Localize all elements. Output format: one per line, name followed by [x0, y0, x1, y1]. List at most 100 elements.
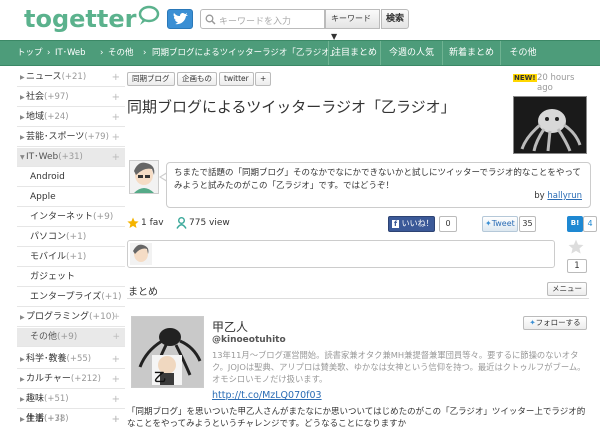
tweet-card: 乙 甲乙人 @kinoeotuhito ✦フォローする 13年11月～ブログ運営…: [127, 311, 589, 406]
plus-icon[interactable]: +: [112, 328, 120, 347]
nav-weekly-popular[interactable]: 今週の人気: [380, 41, 442, 65]
tweet-count: 35: [519, 216, 536, 232]
sidebar-sub-programming[interactable]: ▶ プログラミング(+10) +: [17, 308, 125, 327]
breadcrumb-itweb[interactable]: IT･Web: [55, 41, 85, 65]
sidebar-item-itweb[interactable]: ▼ IT･Web(+31) +: [17, 148, 125, 167]
breadcrumb-other[interactable]: その他: [108, 41, 134, 65]
sidebar-sub-gadget[interactable]: ガジェット: [17, 268, 125, 287]
twitter-bird-icon: ✦: [485, 219, 492, 228]
breadcrumb-top[interactable]: トップ: [17, 41, 43, 65]
sidebar-sub-pc[interactable]: パソコン(+1): [17, 228, 125, 247]
plus-icon[interactable]: +: [112, 88, 120, 107]
view-count: 775 view: [189, 218, 230, 228]
sidebar-item-news[interactable]: ▶ ニュース(+21) +: [17, 68, 125, 87]
plus-icon[interactable]: +: [112, 108, 120, 127]
menu-button[interactable]: メニュー: [547, 282, 587, 296]
new-badge: NEW!: [513, 74, 537, 82]
follow-button[interactable]: ✦フォローする: [523, 316, 587, 330]
hatena-bookmark-icon[interactable]: B!: [567, 216, 583, 232]
tweeter-bio: 13年11月～ブログ運営開始。読書家兼オタク兼MH兼提督兼軍団員等々。要するに節…: [212, 350, 586, 384]
time-ago: 20 hours ago: [537, 73, 575, 93]
plus-icon[interactable]: +: [112, 350, 120, 369]
caret-down-icon: ▼: [20, 154, 25, 161]
header: togetter キーワードを入力 キーワード ▼ 検索: [0, 0, 600, 41]
tweeter-name[interactable]: 甲乙人: [212, 318, 248, 335]
main-content: 同期ブログ 企画もの twitter + NEW! 20 hours ago 同…: [127, 68, 597, 428]
logo-text: togetter: [24, 5, 137, 33]
sidebar-item-society[interactable]: ▶ 社会(+97) +: [17, 88, 125, 107]
caret-right-icon: ▶: [20, 396, 25, 403]
search-button[interactable]: 検索: [381, 9, 409, 29]
facebook-like-button[interactable]: f いいね！: [388, 216, 435, 232]
search-icon: [205, 14, 216, 25]
star-icon[interactable]: [127, 217, 139, 229]
search-mode-label: キーワード: [331, 14, 371, 23]
facebook-count: 0: [439, 216, 457, 232]
sidebar-sub-android[interactable]: Android: [17, 168, 125, 187]
sidebar-item-work[interactable]: ▶ 仕事(+7) +: [17, 410, 125, 428]
sidebar-sub-mobile[interactable]: モバイル(+1): [17, 248, 125, 267]
favorite-star-icon[interactable]: [568, 239, 584, 255]
tweeter-handle[interactable]: @kinoeotuhito: [212, 335, 286, 345]
nav-featured[interactable]: 注目まとめ: [328, 41, 380, 65]
tag-douki-blog[interactable]: 同期ブログ: [127, 72, 175, 86]
search-input[interactable]: キーワードを入力: [200, 9, 325, 29]
description-box: ちまたで話題の「同期ブログ」そのなかでなにかできないかと試しにツイッターでラジオ…: [166, 162, 591, 208]
category-sidebar: ▶ ニュース(+21) + ▶ 社会(+97) + ▶ 地域(+24) + ▶ 芸能･スポーツ…: [17, 68, 125, 428]
caret-right-icon: ▶: [20, 314, 25, 321]
sidebar-sub-apple[interactable]: Apple: [17, 188, 125, 207]
sidebar-sub-other[interactable]: その他(+9) +: [17, 328, 125, 347]
description-text: ちまたで話題の「同期ブログ」そのなかでなにかできないかと試しにツイッターでラジオ…: [174, 168, 581, 191]
svg-text:乙: 乙: [154, 370, 166, 384]
sidebar-item-hobby[interactable]: ▶ 趣味(+51) +: [17, 390, 125, 409]
tweeter-link[interactable]: http://t.co/MzLQ070f03: [212, 390, 322, 401]
add-tag-button[interactable]: +: [255, 72, 272, 86]
plus-icon[interactable]: +: [112, 390, 120, 409]
facebook-icon: f: [392, 220, 400, 228]
tweet-button[interactable]: ✦Tweet: [482, 216, 518, 232]
user-avatar: [130, 243, 152, 265]
thumbnail-image[interactable]: [513, 96, 587, 154]
body-text: 「同期ブログ」を思いついた甲乙人さんがまたなにか思いついてはじめたのがこの「乙ラ…: [127, 407, 586, 428]
author-avatar[interactable]: [129, 160, 159, 194]
section-title: まとめ: [128, 287, 158, 298]
sidebar-sub-internet[interactable]: インターネット(+9): [17, 208, 125, 227]
plus-icon[interactable]: +: [112, 308, 120, 327]
caret-right-icon: ▶: [20, 376, 25, 383]
plus-icon[interactable]: +: [112, 370, 120, 389]
tweeter-avatar[interactable]: 乙: [131, 316, 204, 388]
navbar: トップ › IT･Web › その他 › 同期ブログによるツイッターラジオ「乙ラ…: [0, 40, 600, 66]
caret-right-icon: ▶: [20, 94, 25, 101]
plus-icon[interactable]: +: [112, 148, 120, 167]
page-title: 同期ブログによるツイッターラジオ「乙ラジオ」: [127, 98, 456, 116]
favorite-count: 1: [567, 259, 587, 273]
sidebar-item-entertainment[interactable]: ▶ 芸能･スポーツ(+79) +: [17, 128, 125, 147]
tag-twitter[interactable]: twitter: [219, 72, 254, 86]
author-link[interactable]: hallyrun: [547, 191, 582, 201]
breadcrumb-current: 同期ブログによるツイッターラジオ「乙ラジオ」: [152, 48, 339, 58]
person-icon: [176, 217, 187, 229]
hatena-count: 4: [583, 216, 597, 232]
sidebar-sub-enterprise[interactable]: エンタープライズ(+1): [17, 288, 125, 307]
nav-new[interactable]: 新着まとめ: [442, 41, 500, 65]
nav-other[interactable]: その他: [500, 41, 545, 65]
caret-right-icon: ▶: [20, 114, 25, 121]
caret-right-icon: ▶: [20, 416, 25, 423]
plus-icon[interactable]: +: [112, 128, 120, 147]
sidebar-item-region[interactable]: ▶ 地域(+24) +: [17, 108, 125, 127]
search-placeholder: キーワードを入力: [219, 17, 292, 27]
togetter-logo[interactable]: togetter: [22, 4, 162, 34]
caret-right-icon: ▶: [20, 134, 25, 141]
fav-count[interactable]: 1 fav: [141, 216, 164, 230]
sidebar-item-science[interactable]: ▶ 科学･教養(+55) +: [17, 350, 125, 369]
tag-kikaku[interactable]: 企画もの: [177, 72, 217, 86]
sidebar-item-culture[interactable]: ▶ カルチャー(+212) +: [17, 370, 125, 389]
caret-right-icon: ▶: [20, 356, 25, 363]
twitter-icon-button[interactable]: [167, 9, 193, 29]
matome-header: まとめ メニュー: [127, 279, 589, 299]
plus-icon[interactable]: +: [112, 410, 120, 428]
search-mode-select[interactable]: キーワード ▼: [325, 9, 380, 41]
plus-icon[interactable]: +: [112, 68, 120, 87]
by-label: by: [534, 191, 545, 201]
comment-input[interactable]: [127, 240, 555, 268]
